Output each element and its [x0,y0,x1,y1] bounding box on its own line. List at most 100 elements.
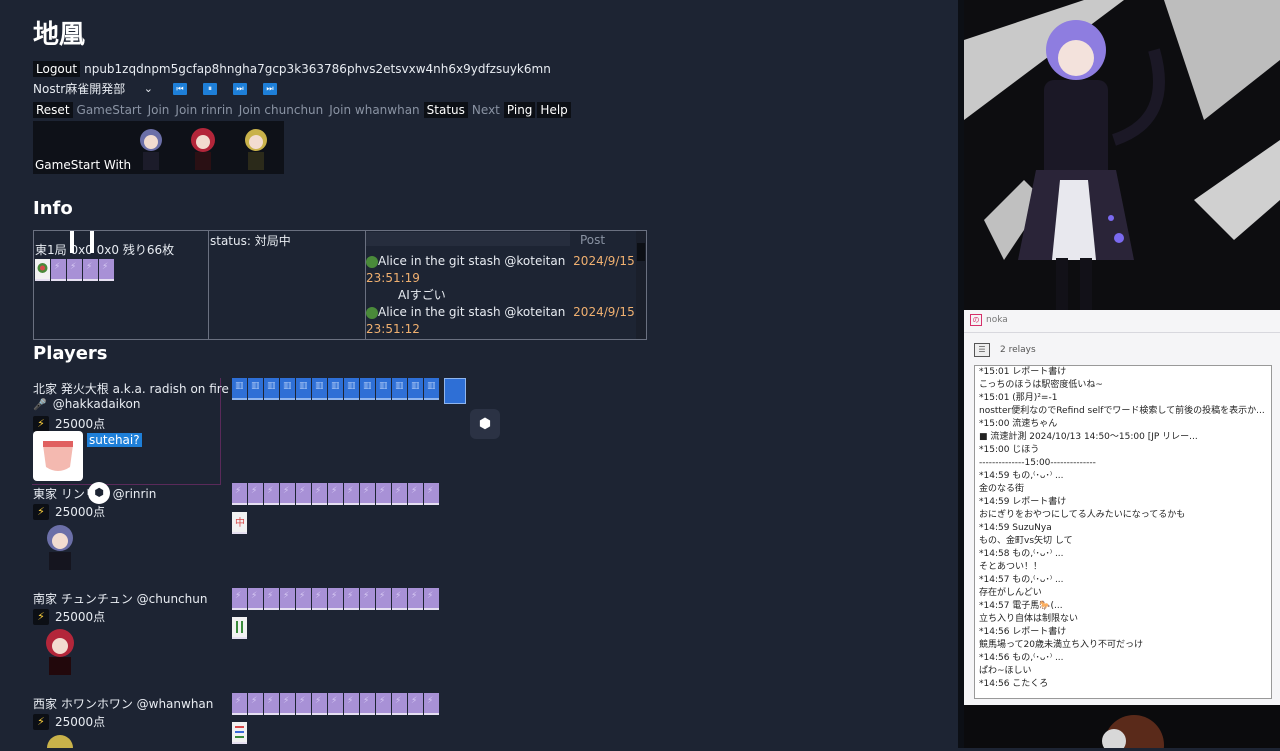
feed-line: 金のなる街 [979,484,1025,494]
player-points-row: ⚡ 25000点 [33,415,105,432]
character-artwork [964,0,1280,316]
feed-line: --------------15:00-------------- [979,458,1096,468]
noka-feed[interactable]: *15:01 レポート書け こっちのほうは駅密度低いね~ *15:01 (那月)… [974,365,1272,699]
feed-line: *15:00 じほう [979,445,1040,455]
player-avatar [47,735,73,748]
player-points-row: ⚡ 25000点 [33,713,105,730]
floating-action-icon[interactable]: ⬢ [470,409,500,439]
feed-line: *15:01 (那月)²=-1 [979,393,1058,403]
cursor-overlay-icon: ⬢ [88,482,110,504]
account-row: Logout npub1zqdnpm5gcfap8hngha7gcp3k3637… [33,61,551,77]
join-button[interactable]: Join [146,102,172,118]
player-handle-row: 🎤 @hakkadaikon [33,397,140,411]
skip-end-icon[interactable]: ⏭ [263,82,277,95]
info-heading: Info [33,198,73,219]
feed-line: nostter便利なのでRefind selfでワード検索して前後の投稿を表示か… [979,406,1265,416]
status-button[interactable]: Status [423,102,468,118]
noka-titlebar: の noka [970,314,1008,326]
bolt-icon: ⚡ [33,608,49,625]
gamestart-button[interactable]: GameStart [75,102,144,118]
logout-button[interactable]: Logout [33,61,81,77]
cursor-bar-2 [90,231,94,253]
noka-title: noka [986,315,1008,325]
noka-toolbar: ☰ 2 relays [974,343,1036,357]
feed-line: もの、金町vs矢切 して [979,536,1073,546]
players-heading: Players [33,343,108,364]
player-avatar [33,431,83,481]
feed-line: 存在がしんどい [979,588,1042,598]
player-points: 25000点 [55,505,106,519]
feed-line: 立ち入り自体は制限ない [979,614,1079,624]
chat-cell: Post Alice in the git stash @koteitan 20… [366,231,646,339]
player-hand [232,483,440,505]
bolt-icon: ⚡ [33,503,49,520]
player-name: 西家 ホワンホワン @whanwhan [33,697,214,711]
chat-author: Alice in the git stash @koteitan [378,254,566,268]
join-chunchun-button[interactable]: Join chunchun [237,102,325,118]
dora-tiles [35,259,115,281]
chat-time: 23:51:12 [366,322,420,336]
chat-scrollbar[interactable] [636,231,646,339]
relay-select-value: Nostr麻雀開発部 [33,82,126,96]
feed-line: こっちのほうは駅密度低いね~ [979,380,1103,390]
app-title: 地凰 [33,20,86,50]
player-hand [232,693,440,715]
chat-avatar [366,306,378,319]
ping-button[interactable]: Ping [503,102,536,118]
fast-forward-icon[interactable]: ⏭ [233,82,247,95]
chat-log: Alice in the git stash @koteitan 2024/9/… [366,253,636,338]
background-artwork-strip [964,705,1280,751]
help-button[interactable]: Help [537,102,571,118]
discard-tile [232,617,248,639]
gamestart-with-label: GameStart With [35,158,132,172]
chat-time: 23:51:19 [366,271,420,285]
chat-date: 2024/9/15 [573,305,635,319]
pause-icon[interactable]: ⏸ [203,82,217,95]
feed-line: *14:56 こたくろ [979,679,1049,689]
feed-line: *14:58 もの,⁽･ᴗ･⁾ ... [979,549,1064,559]
round-text: 東1局 0x0 0x0 残り66枚 [35,243,175,257]
player-name: 北家 発火大根 a.k.a. radish on fire [33,382,229,396]
relay-settings-icon[interactable]: ☰ [974,343,990,357]
player-avatar [46,629,74,675]
avatar-whanwhan[interactable] [238,124,274,172]
status-text: status: 対局中 [210,234,291,248]
feed-line: ぱわ~ほしい [979,666,1032,676]
player-handle: @hakkadaikon [52,397,141,411]
next-button[interactable]: Next [470,102,502,118]
avatar-rinrin[interactable] [133,124,169,172]
player-hand[interactable] [232,378,466,404]
player-name: 南家 チュンチュン @chunchun [33,592,208,606]
feed-line: *14:59 SuzuNya [979,523,1052,533]
player-avatar [47,525,73,570]
chat-input[interactable] [366,232,570,246]
feed-line: ■ 流速計測 2024/10/13 14:50～15:00 [JP リレー... [979,432,1198,442]
discard-tile: 中 [232,512,248,534]
chat-message: Alice in the git stash @koteitan 2024/9/… [366,304,636,338]
chat-date: 2024/9/15 [573,254,635,268]
relay-count: 2 relays [1000,345,1036,355]
avatar-chunchun[interactable] [185,124,221,172]
player-hand [232,588,440,610]
info-table: 東1局 0x0 0x0 残り66枚 status: 対局中 Post Alice… [33,230,647,340]
round-cell: 東1局 0x0 0x0 残り66枚 [34,231,209,339]
status-cell: status: 対局中 [209,231,366,339]
feed-line: *14:57 電子馬🐎(... [979,601,1063,611]
feed-line: そとあつい！！ [979,562,1043,572]
chat-author: Alice in the git stash @koteitan [378,305,566,319]
reset-button[interactable]: Reset [33,102,73,118]
noka-logo-icon: の [970,314,982,326]
feed-line: *14:59 もの,⁽･ᴗ･⁾ ... [979,471,1064,481]
relay-select[interactable]: Nostr麻雀開発部 ⌄ [33,80,153,97]
post-button[interactable]: Post [580,233,605,247]
join-rinrin-button[interactable]: Join rinrin [173,102,234,118]
rewind-icon[interactable]: ⏮ [173,82,187,95]
join-whanwhan-button[interactable]: Join whanwhan [327,102,421,118]
player-points: 25000点 [55,610,106,624]
relay-row: Nostr麻雀開発部 ⌄ ⏮ ⏸ ⏭ ⏭ [33,80,277,97]
npub-text: npub1zqdnpm5gcfap8hngha7gcp3k363786phvs2… [84,62,551,76]
feed-line: *14:59 レポート書け [979,497,1067,507]
gamestart-with-button[interactable]: GameStart With [33,121,284,174]
bolt-icon: ⚡ [33,713,49,730]
drawn-tile[interactable] [444,378,466,404]
